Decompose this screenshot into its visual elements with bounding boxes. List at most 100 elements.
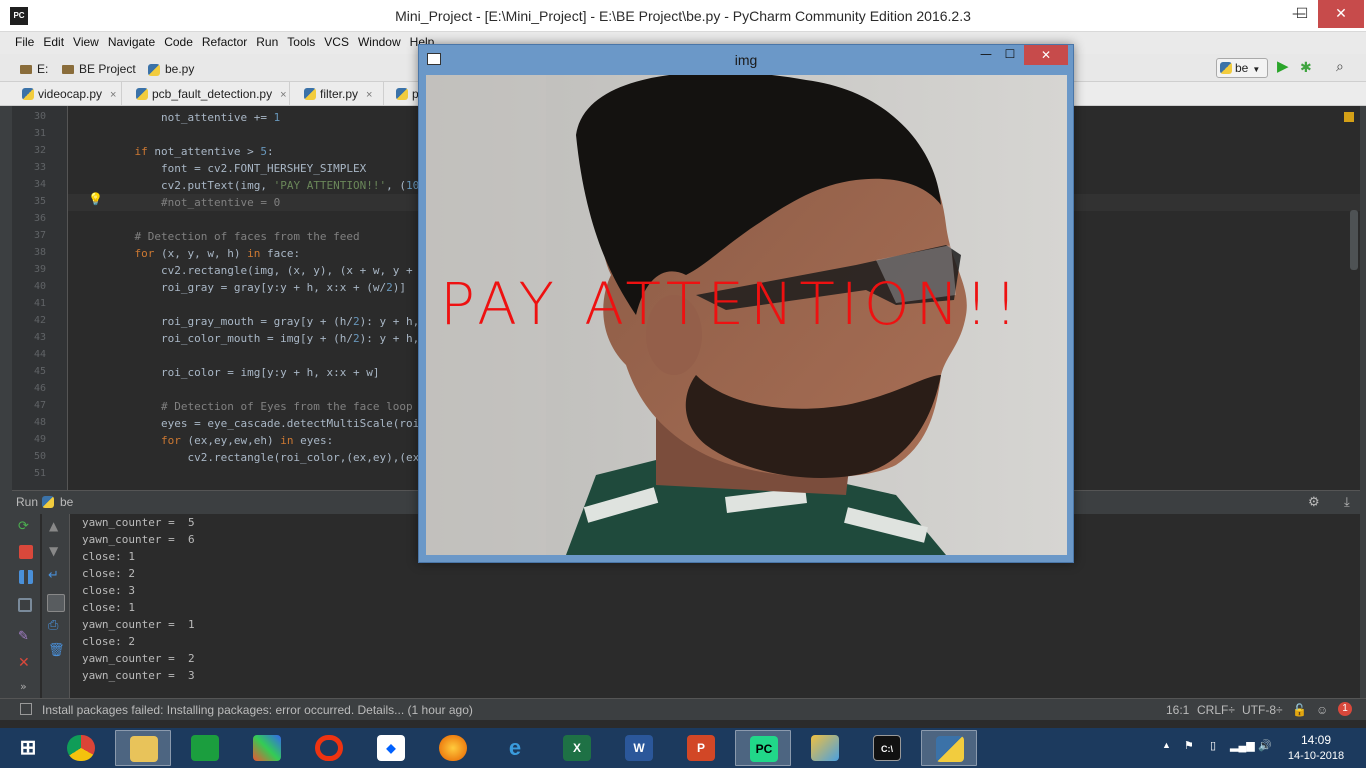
menu-edit[interactable]: Edit	[43, 32, 67, 49]
breadcrumb-folder-label: BE Project	[79, 62, 136, 76]
run-secondary-toolbar: ▲ ▼ ↵ ⎙ 🗑	[42, 514, 70, 698]
tab-videocap[interactable]: videocap.py ×	[18, 82, 122, 106]
close-button[interactable]: ✕	[1318, 0, 1364, 28]
tab-label: videocap.py	[38, 87, 103, 101]
line-number: 30	[33, 111, 46, 122]
palette-icon	[811, 735, 839, 761]
taskbar-firefox[interactable]	[425, 730, 481, 766]
run-button[interactable]: ▶	[1277, 58, 1293, 76]
run-config-dropdown[interactable]: be ▼	[1216, 58, 1268, 78]
search-icon[interactable]: ⌕	[1336, 57, 1354, 75]
tray-expand-icon[interactable]: ▲	[1162, 740, 1171, 750]
start-button[interactable]: ⊞	[0, 730, 56, 766]
code-line: roi_gray = gray[y:y + h, x:x + (w/2)]	[108, 281, 407, 294]
tab-be[interactable]: p	[392, 82, 420, 106]
battery-icon[interactable]: ▯	[1210, 739, 1216, 752]
gear-icon[interactable]: ⚙	[1308, 494, 1320, 510]
menu-vcs[interactable]: VCS	[324, 32, 352, 49]
close-run-icon[interactable]: ✕	[18, 656, 32, 670]
taskbar-pycharm[interactable]: PC	[735, 730, 791, 766]
menu-run[interactable]: Run	[256, 32, 281, 49]
tab-close-icon[interactable]: ×	[110, 89, 116, 101]
scroll-to-end-icon[interactable]	[47, 594, 65, 612]
menu-refactor[interactable]: Refactor	[202, 32, 250, 49]
paint-icon	[253, 735, 281, 761]
taskbar-ie[interactable]: e	[487, 730, 543, 766]
pin-icon[interactable]: ✎	[18, 630, 32, 644]
right-tool-strip	[1360, 106, 1366, 698]
clock-date[interactable]: 14-10-2018	[1280, 750, 1352, 762]
folder-icon	[20, 65, 32, 75]
volume-icon[interactable]: 🔊	[1258, 739, 1272, 752]
event-log-badge[interactable]: 1	[1338, 702, 1352, 716]
taskbar-opera[interactable]	[301, 730, 357, 766]
menu-window[interactable]: Window	[358, 32, 404, 49]
taskbar-dropbox[interactable]: ◆	[363, 730, 419, 766]
line-number: 37	[33, 230, 46, 241]
taskbar-excel[interactable]: X	[549, 730, 605, 766]
window-title: Mini_Project - [E:\Mini_Project] - E:\BE…	[395, 8, 971, 24]
lock-icon[interactable]: 🔓	[1292, 703, 1307, 717]
img-close-button[interactable]: ✕	[1024, 45, 1068, 65]
img-minimize-button[interactable]: —	[975, 47, 997, 63]
taskbar-cmd[interactable]: C:\	[859, 730, 915, 766]
arrow-up-icon[interactable]: ▲	[49, 519, 63, 533]
code-line: roi_color = img[y:y + h, x:x + w]	[108, 366, 380, 379]
code-line: for (ex,ey,ew,eh) in eyes:	[160, 434, 334, 447]
flag-icon[interactable]: ⚑	[1184, 739, 1194, 752]
rerun-icon[interactable]: ⟳	[18, 520, 32, 534]
tab-close-icon[interactable]: ×	[366, 89, 372, 101]
tab-pcb-fault-detection[interactable]: pcb_fault_detection.py ×	[132, 82, 290, 106]
breadcrumb-drive-label: E:	[37, 62, 49, 76]
tool-window-toggle-icon[interactable]	[20, 703, 32, 715]
signal-icon[interactable]: ▂▄▆	[1230, 739, 1255, 752]
tab-filter[interactable]: filter.py ×	[300, 82, 384, 106]
left-tool-strip	[0, 106, 12, 698]
print-icon[interactable]: ⎙	[48, 619, 62, 633]
tab-close-icon[interactable]: ×	[280, 89, 286, 101]
breadcrumb-drive[interactable]: E:	[20, 61, 48, 77]
inspection-indicator[interactable]	[1344, 112, 1354, 122]
breadcrumb-file[interactable]: be.py	[148, 61, 194, 77]
taskbar-explorer[interactable]	[115, 730, 171, 766]
console-line: close: 2	[82, 635, 135, 648]
run-config-name: be	[60, 495, 74, 509]
trash-icon[interactable]: 🗑	[48, 644, 65, 658]
img-window[interactable]: img — ☐ ✕ PAY ATTENTION!!	[418, 44, 1074, 563]
arrow-down-icon[interactable]: ▼	[49, 544, 63, 558]
status-message[interactable]: Install packages failed: Installing pack…	[42, 703, 473, 717]
img-maximize-button[interactable]: ☐	[999, 47, 1021, 63]
hector-icon[interactable]: ☺	[1316, 703, 1328, 717]
line-number: 48	[33, 417, 46, 428]
file-encoding[interactable]: UTF-8÷	[1242, 703, 1283, 717]
taskbar-chrome[interactable]	[53, 730, 109, 766]
line-number: 36	[33, 213, 46, 224]
hide-panel-icon[interactable]: ⤓	[1344, 494, 1350, 510]
menu-view[interactable]: View	[73, 32, 102, 49]
taskbar-powerpoint[interactable]: P	[673, 730, 729, 766]
clock-time[interactable]: 14:09	[1286, 733, 1346, 747]
lightbulb-icon[interactable]: 💡	[88, 192, 103, 206]
editor-scrollbar[interactable]	[1350, 210, 1358, 270]
menu-navigate[interactable]: Navigate	[108, 32, 158, 49]
menu-file[interactable]: File	[15, 32, 37, 49]
taskbar-paint[interactable]	[239, 730, 295, 766]
taskbar-python[interactable]	[921, 730, 977, 766]
pause-icon[interactable]	[19, 570, 33, 584]
line-number: 43	[33, 332, 46, 343]
taskbar-word[interactable]: W	[611, 730, 667, 766]
layout-icon[interactable]	[18, 598, 32, 612]
soft-wrap-icon[interactable]: ↵	[48, 569, 62, 583]
menu-tools[interactable]: Tools	[287, 32, 318, 49]
dropbox-icon: ◆	[377, 735, 405, 761]
debug-icon[interactable]: ✱	[1300, 58, 1316, 76]
taskbar-paint-brush[interactable]	[797, 730, 853, 766]
menu-code[interactable]: Code	[164, 32, 196, 49]
stop-icon[interactable]	[19, 545, 33, 559]
more-icon[interactable]: »	[20, 680, 34, 694]
caret-position[interactable]: 16:1	[1166, 703, 1189, 717]
breadcrumb-folder[interactable]: BE Project	[62, 61, 136, 77]
taskbar-store[interactable]	[177, 730, 233, 766]
line-separator[interactable]: CRLF÷	[1197, 703, 1235, 717]
python-icon	[42, 496, 54, 508]
